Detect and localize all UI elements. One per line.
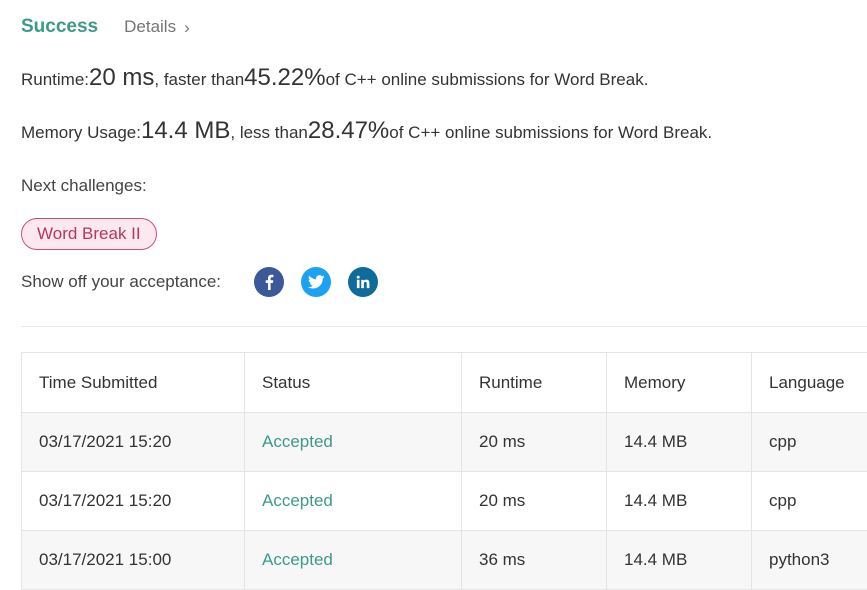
runtime-label: Runtime:	[21, 70, 90, 89]
submissions-table: Time Submitted Status Runtime Memory Lan…	[21, 352, 867, 590]
cell-runtime: 20 ms	[461, 412, 607, 472]
cell-runtime: 36 ms	[461, 530, 607, 590]
runtime-stat: Runtime: 20 ms , faster than 45.22% of C…	[21, 64, 648, 92]
next-challenges-label: Next challenges:	[21, 176, 147, 195]
memory-stat: Memory Usage: 14.4 MB , less than 28.47%…	[21, 117, 712, 145]
runtime-percent: 45.22%	[244, 64, 326, 91]
column-header-language: Language	[751, 352, 867, 413]
details-link[interactable]: Details ›	[124, 17, 190, 37]
challenge-tag-word-break-ii[interactable]: Word Break II	[21, 218, 157, 250]
twitter-icon[interactable]	[301, 267, 332, 297]
table-row: 03/17/2021 15:00 Accepted 36 ms 14.4 MB …	[21, 530, 867, 590]
cell-language: cpp	[751, 412, 867, 472]
cell-memory: 14.4 MB	[606, 412, 752, 472]
column-header-memory: Memory	[606, 352, 752, 413]
column-header-runtime: Runtime	[461, 352, 607, 413]
cell-status-link[interactable]: Accepted	[244, 412, 462, 472]
memory-percent: 28.47%	[307, 117, 390, 144]
cell-runtime: 20 ms	[461, 471, 607, 531]
cell-language: cpp	[751, 471, 867, 531]
facebook-icon[interactable]	[254, 267, 285, 297]
runtime-suffix: of C++ online submissions for Word Break…	[325, 70, 649, 89]
memory-value: 14.4 MB	[140, 117, 231, 144]
table-header-row: Time Submitted Status Runtime Memory Lan…	[21, 352, 867, 413]
memory-mid: , less than	[230, 123, 308, 142]
details-label: Details	[124, 17, 177, 36]
cell-language: python3	[751, 530, 867, 590]
share-label: Show off your acceptance:	[21, 272, 222, 291]
cell-status-link[interactable]: Accepted	[244, 471, 462, 531]
status-success: Success	[21, 16, 99, 37]
cell-status-link[interactable]: Accepted	[244, 530, 462, 590]
column-header-status: Status	[244, 352, 462, 413]
submission-result-panel: Success Details › Runtime: 20 ms , faste…	[0, 0, 867, 590]
divider	[21, 326, 867, 327]
cell-memory: 14.4 MB	[606, 530, 752, 590]
memory-suffix: of C++ online submissions for Word Break…	[389, 123, 713, 142]
result-header: Success Details ›	[21, 16, 190, 38]
table-row: 03/17/2021 15:20 Accepted 20 ms 14.4 MB …	[21, 471, 867, 531]
chevron-right-icon: ›	[184, 17, 190, 37]
cell-time-submitted: 03/17/2021 15:20	[21, 471, 245, 531]
linkedin-icon[interactable]	[348, 267, 379, 297]
column-header-time-submitted: Time Submitted	[21, 352, 245, 413]
runtime-mid: , faster than	[154, 70, 245, 89]
cell-memory: 14.4 MB	[606, 471, 752, 531]
runtime-value: 20 ms	[89, 64, 155, 91]
cell-time-submitted: 03/17/2021 15:00	[21, 530, 245, 590]
table-row: 03/17/2021 15:20 Accepted 20 ms 14.4 MB …	[21, 412, 867, 472]
share-row: Show off your acceptance:	[21, 267, 395, 297]
memory-label: Memory Usage:	[21, 123, 141, 142]
cell-time-submitted: 03/17/2021 15:20	[21, 412, 245, 472]
